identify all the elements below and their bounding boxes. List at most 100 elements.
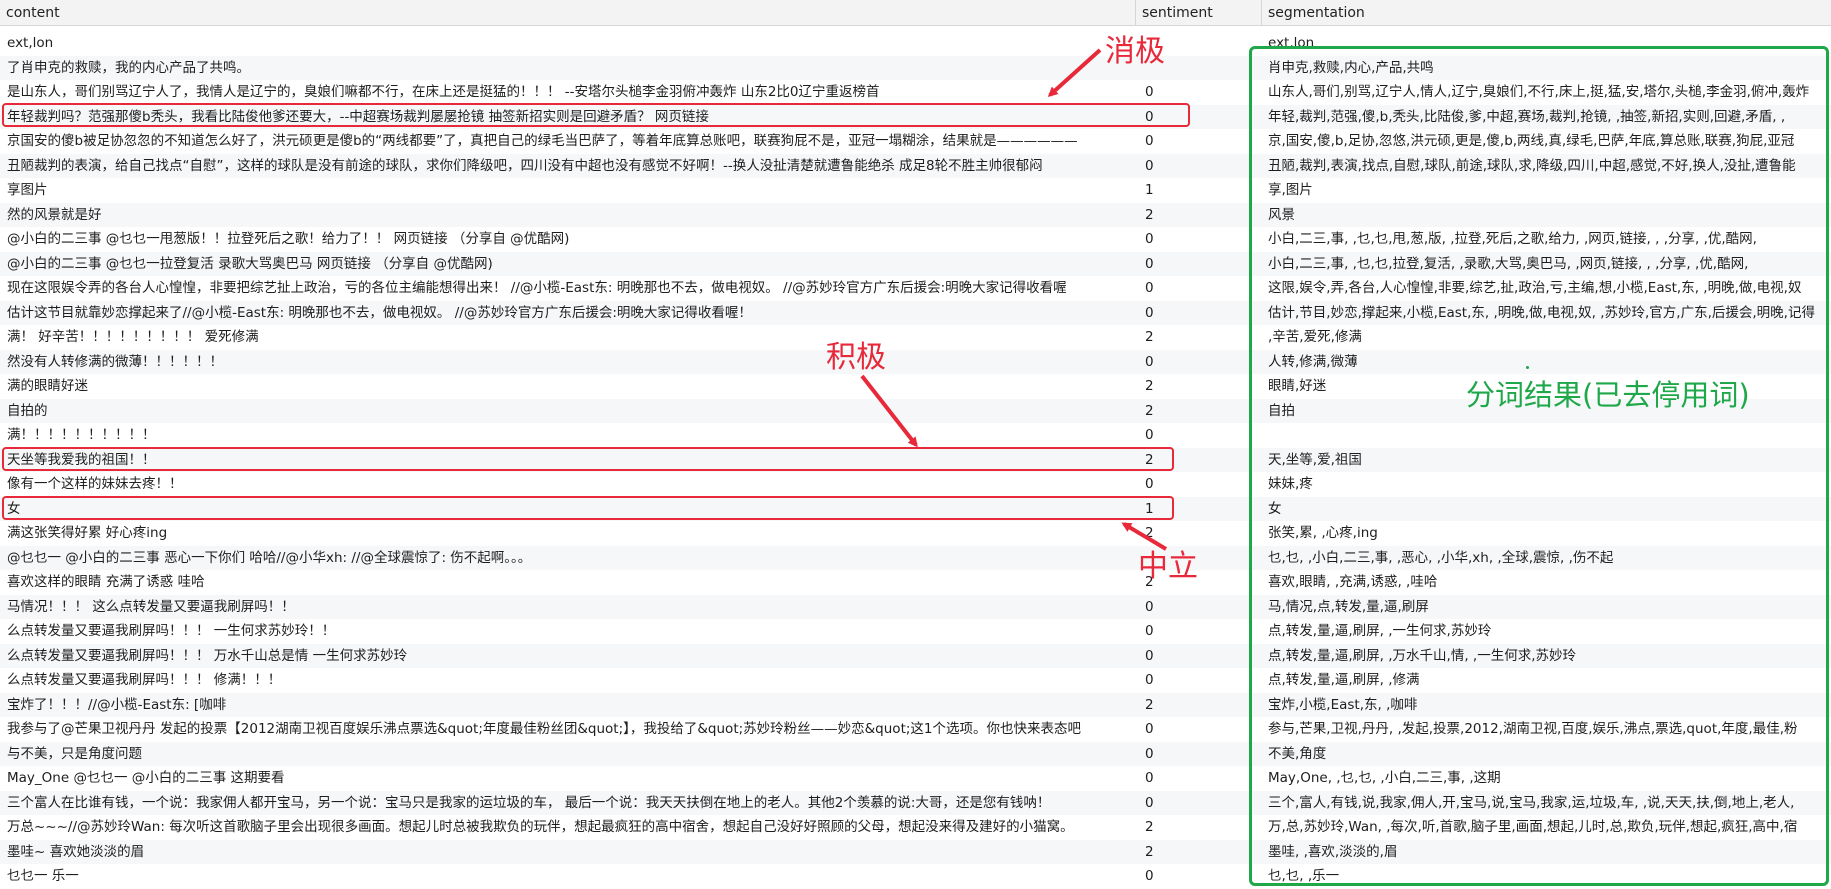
- column-header-content[interactable]: content: [0, 0, 1136, 26]
- cell-segmentation[interactable]: May,One, ,乜,乜, ,小白,二三,事, ,这期: [1262, 766, 1831, 791]
- cell-content[interactable]: 宝炸了！！！//@小榄-East东: [咖啡: [0, 693, 1136, 718]
- table-row[interactable]: 么点转发量又要逼我刷屏吗！！！ 修满！！！ 0 点,转发,量,逼,刷屏, ,修满: [0, 668, 1831, 693]
- cell-sentiment[interactable]: 0: [1136, 644, 1262, 669]
- cell-segmentation[interactable]: 喜欢,眼睛, ,充满,诱惑, ,哇哈: [1262, 570, 1831, 595]
- cell-sentiment[interactable]: 0: [1136, 105, 1262, 130]
- cell-content[interactable]: 喜欢这样的眼睛 充满了诱惑 哇哈: [0, 570, 1136, 595]
- table-row[interactable]: 现在这限娱令弄的各台人心惶惶，非要把综艺扯上政治，亏的各位主编能想得出来！ //…: [0, 276, 1831, 301]
- cell-sentiment[interactable]: 0: [1136, 472, 1262, 497]
- cell-content[interactable]: 我参与了@芒果卫视丹丹 发起的投票【2012湖南卫视百度娱乐沸点票选&quot;…: [0, 717, 1136, 742]
- cell-content[interactable]: 满！！！！！！！！！！: [0, 423, 1136, 448]
- cell-segmentation[interactable]: 参与,芒果,卫视,丹丹, ,发起,投票,2012,湖南卫视,百度,娱乐,沸点,票…: [1262, 717, 1831, 742]
- cell-content[interactable]: @乜乜一 @小白的二三事 恶心一下你们 哈哈//@小华xh: //@全球震惊了:…: [0, 546, 1136, 571]
- table-row[interactable]: 天坐等我爱我的祖国！！ 2 天,坐等,爱,祖国: [0, 447, 1831, 473]
- cell-content[interactable]: @小白的二三事 @乜乜一拉登复活 录歌大骂奥巴马 网页链接 （分享自 @优酷网): [0, 252, 1136, 277]
- cell-segmentation[interactable]: 不美,角度: [1262, 742, 1831, 767]
- cell-segmentation[interactable]: ext,lon: [1262, 31, 1831, 56]
- cell-sentiment[interactable]: 0: [1136, 301, 1262, 326]
- table-row[interactable]: @乜乜一 @小白的二三事 恶心一下你们 哈哈//@小华xh: //@全球震惊了:…: [0, 545, 1831, 571]
- table-row[interactable]: 喜欢这样的眼睛 充满了诱惑 哇哈 2 喜欢,眼睛, ,充满,诱惑, ,哇哈: [0, 570, 1831, 595]
- cell-sentiment[interactable]: 0: [1136, 668, 1262, 693]
- cell-segmentation[interactable]: ,辛苦,爱死,修满: [1262, 325, 1831, 350]
- cell-content[interactable]: ext,lon: [0, 31, 1136, 56]
- cell-content[interactable]: 年轻裁判吗？范强那傻b秃头，我看比陆俊他爹还要大，--中超赛场裁判屡屡抢镜 抽签…: [0, 105, 1136, 130]
- table-row[interactable]: @小白的二三事 @乜乜一甩葱版！！拉登死后之歌！给力了！！ 网页链接 （分享自 …: [0, 227, 1831, 252]
- cell-content[interactable]: 满这张笑得好累 好心疼ing: [0, 521, 1136, 546]
- table-row[interactable]: 墨哇~ 喜欢她淡淡的眉 2 墨哇, ,喜欢,淡淡的,眉: [0, 839, 1831, 865]
- table-row[interactable]: 女1女: [0, 496, 1831, 522]
- cell-sentiment[interactable]: 1: [1136, 178, 1262, 203]
- cell-content[interactable]: 丑陋裁判的表演，给自己找点“自慰”，这样的球队是没有前途的球队，求你们降级吧，四…: [0, 154, 1136, 179]
- cell-segmentation[interactable]: 年轻,裁判,范强,傻,b,秃头,比陆俊,爹,中超,赛场,裁判,抢镜, ,抽签,新…: [1262, 105, 1831, 130]
- cell-content[interactable]: 是山东人，哥们别骂辽宁人了，我情人是辽宁的，臭娘们嘛都不行，在床上还是挺猛的！！…: [0, 80, 1136, 105]
- cell-segmentation[interactable]: 享,图片: [1262, 178, 1831, 203]
- cell-segmentation[interactable]: 墨哇, ,喜欢,淡淡的,眉: [1262, 840, 1831, 865]
- cell-content[interactable]: 估计这节目就靠妙恋撑起来了//@小榄-East东: 明晚那也不去，做电视奴。 /…: [0, 301, 1136, 326]
- table-row[interactable]: 满这张笑得好累 好心疼ing 2 张笑,累, ,心疼,ing: [0, 521, 1831, 546]
- table-row[interactable]: @小白的二三事 @乜乜一拉登复活 录歌大骂奥巴马 网页链接 （分享自 @优酷网)…: [0, 251, 1831, 277]
- table-row[interactable]: 估计这节目就靠妙恋撑起来了//@小榄-East东: 明晚那也不去，做电视奴。 /…: [0, 300, 1831, 326]
- cell-segmentation[interactable]: 乜,乜, ,小白,二三,事, ,恶心, ,小华,xh, ,全球,震惊, ,伤不起: [1262, 546, 1831, 571]
- cell-sentiment[interactable]: 2: [1136, 840, 1262, 865]
- cell-content[interactable]: 三个富人在比谁有钱，一个说：我家佣人都开宝马，另一个说：宝马只是我家的运垃圾的车…: [0, 791, 1136, 816]
- cell-sentiment[interactable]: 2: [1136, 693, 1262, 718]
- cell-content[interactable]: 么点转发量又要逼我刷屏吗！！！ 万水千山总是情 一生何求苏妙玲: [0, 644, 1136, 669]
- cell-content[interactable]: 么点转发量又要逼我刷屏吗！！！ 修满！！！: [0, 668, 1136, 693]
- cell-content[interactable]: 现在这限娱令弄的各台人心惶惶，非要把综艺扯上政治，亏的各位主编能想得出来！ //…: [0, 276, 1136, 301]
- cell-segmentation[interactable]: [1262, 423, 1831, 448]
- cell-sentiment[interactable]: 2: [1136, 399, 1262, 424]
- cell-sentiment[interactable]: 0: [1136, 595, 1262, 620]
- cell-segmentation[interactable]: 小白,二三,事, ,乜,乜,拉登,复活, ,录歌,大骂,奥巴马, ,网页,链接,…: [1262, 252, 1831, 277]
- cell-segmentation[interactable]: 宝炸,小榄,East,东, ,咖啡: [1262, 693, 1831, 718]
- table-row[interactable]: 然的风景就是好 2 风景: [0, 202, 1831, 228]
- cell-content[interactable]: 马情况！！！ 这么点转发量又要逼我刷屏吗！！: [0, 595, 1136, 620]
- table-row[interactable]: 是山东人，哥们别骂辽宁人了，我情人是辽宁的，臭娘们嘛都不行，在床上还是挺猛的！！…: [0, 80, 1831, 105]
- table-row[interactable]: 满！ 好辛苦！！！！！！！！！ 爱死修满 2 ,辛苦,爱死,修满: [0, 325, 1831, 350]
- cell-sentiment[interactable]: 0: [1136, 154, 1262, 179]
- cell-content[interactable]: 乜乜一 乐一: [0, 864, 1136, 889]
- cell-segmentation[interactable]: 点,转发,量,逼,刷屏, ,一生何求,苏妙玲: [1262, 619, 1831, 644]
- cell-content[interactable]: 自拍的: [0, 399, 1136, 424]
- cell-content[interactable]: May_One @乜乜一 @小白的二三事 这期要看: [0, 766, 1136, 791]
- cell-content[interactable]: 像有一个这样的妹妹去疼！！: [0, 472, 1136, 497]
- cell-content[interactable]: 墨哇~ 喜欢她淡淡的眉: [0, 840, 1136, 865]
- cell-sentiment[interactable]: 2: [1136, 374, 1262, 399]
- table-row[interactable]: 年轻裁判吗？范强那傻b秃头，我看比陆俊他爹还要大，--中超赛场裁判屡屡抢镜 抽签…: [0, 104, 1831, 130]
- table-row[interactable]: 与不美，只是角度问题 0 不美,角度: [0, 741, 1831, 767]
- cell-content[interactable]: 满的眼睛好迷: [0, 374, 1136, 399]
- cell-sentiment[interactable]: 0: [1136, 252, 1262, 277]
- cell-content[interactable]: 京国安的傻b被足协忽忽的不知道怎么好了，洪元硕更是傻b的“两线都要”了，真把自己…: [0, 129, 1136, 154]
- cell-sentiment[interactable]: 2: [1136, 521, 1262, 546]
- cell-sentiment[interactable]: 2: [1136, 448, 1262, 473]
- table-row[interactable]: 三个富人在比谁有钱，一个说：我家佣人都开宝马，另一个说：宝马只是我家的运垃圾的车…: [0, 790, 1831, 816]
- cell-segmentation[interactable]: 乜,乜, ,乐一: [1262, 864, 1831, 889]
- table-row[interactable]: 马情况！！！ 这么点转发量又要逼我刷屏吗！！ 0 马,情况,点,转发,量,逼,刷屏: [0, 594, 1831, 620]
- cell-sentiment[interactable]: 0: [1136, 350, 1262, 375]
- cell-sentiment[interactable]: 0: [1136, 619, 1262, 644]
- cell-sentiment[interactable]: 0: [1136, 276, 1262, 301]
- table-row[interactable]: 万总~~~//@苏妙玲Wan: 每次听这首歌脑子里会出现很多画面。想起儿时总被我…: [0, 815, 1831, 840]
- cell-segmentation[interactable]: 妹妹,疼: [1262, 472, 1831, 497]
- table-row[interactable]: 了肖申克的救赎，我的内心产品了共鸣。 肖申克,救赎,内心,产品,共鸣: [0, 55, 1831, 81]
- table-row[interactable]: 然没有人转修满的微薄！！！！！！ 0 人转,修满,微薄: [0, 349, 1831, 375]
- cell-segmentation[interactable]: 肖申克,救赎,内心,产品,共鸣: [1262, 56, 1831, 81]
- table-row[interactable]: 享图片 1 享,图片: [0, 178, 1831, 203]
- cell-content[interactable]: 了肖申克的救赎，我的内心产品了共鸣。: [0, 56, 1136, 81]
- table-row[interactable]: 丑陋裁判的表演，给自己找点“自慰”，这样的球队是没有前途的球队，求你们降级吧，四…: [0, 153, 1831, 179]
- cell-segmentation[interactable]: 点,转发,量,逼,刷屏, ,万水千山,情, ,一生何求,苏妙玲: [1262, 644, 1831, 669]
- cell-sentiment[interactable]: 2: [1136, 203, 1262, 228]
- cell-sentiment[interactable]: 1: [1136, 497, 1262, 522]
- table-row[interactable]: May_One @乜乜一 @小白的二三事 这期要看 0 May,One, ,乜,乜,…: [0, 766, 1831, 791]
- cell-sentiment[interactable]: 0: [1136, 80, 1262, 105]
- table-row[interactable]: 京国安的傻b被足协忽忽的不知道怎么好了，洪元硕更是傻b的“两线都要”了，真把自己…: [0, 129, 1831, 154]
- cell-segmentation[interactable]: 京,国安,傻,b,足协,忽悠,洪元硕,更是,傻,b,两线,真,绿毛,巴萨,年底,…: [1262, 129, 1831, 154]
- cell-segmentation[interactable]: 女: [1262, 497, 1831, 522]
- cell-segmentation[interactable]: 小白,二三,事, ,乜,乜,甩,葱,版, ,拉登,死后,之歌,给力, ,网页,链…: [1262, 227, 1831, 252]
- table-row[interactable]: 宝炸了！！！//@小榄-East东: [咖啡 2 宝炸,小榄,East,东, ,咖啡: [0, 692, 1831, 718]
- column-header-segmentation[interactable]: segmentation: [1262, 0, 1831, 26]
- table-row[interactable]: 么点转发量又要逼我刷屏吗！！！ 一生何求苏妙玲！！ 0 点,转发,量,逼,刷屏, ,…: [0, 619, 1831, 644]
- cell-segmentation[interactable]: 马,情况,点,转发,量,逼,刷屏: [1262, 595, 1831, 620]
- cell-content[interactable]: 与不美，只是角度问题: [0, 742, 1136, 767]
- cell-sentiment[interactable]: 0: [1136, 742, 1262, 767]
- cell-content[interactable]: 然没有人转修满的微薄！！！！！！: [0, 350, 1136, 375]
